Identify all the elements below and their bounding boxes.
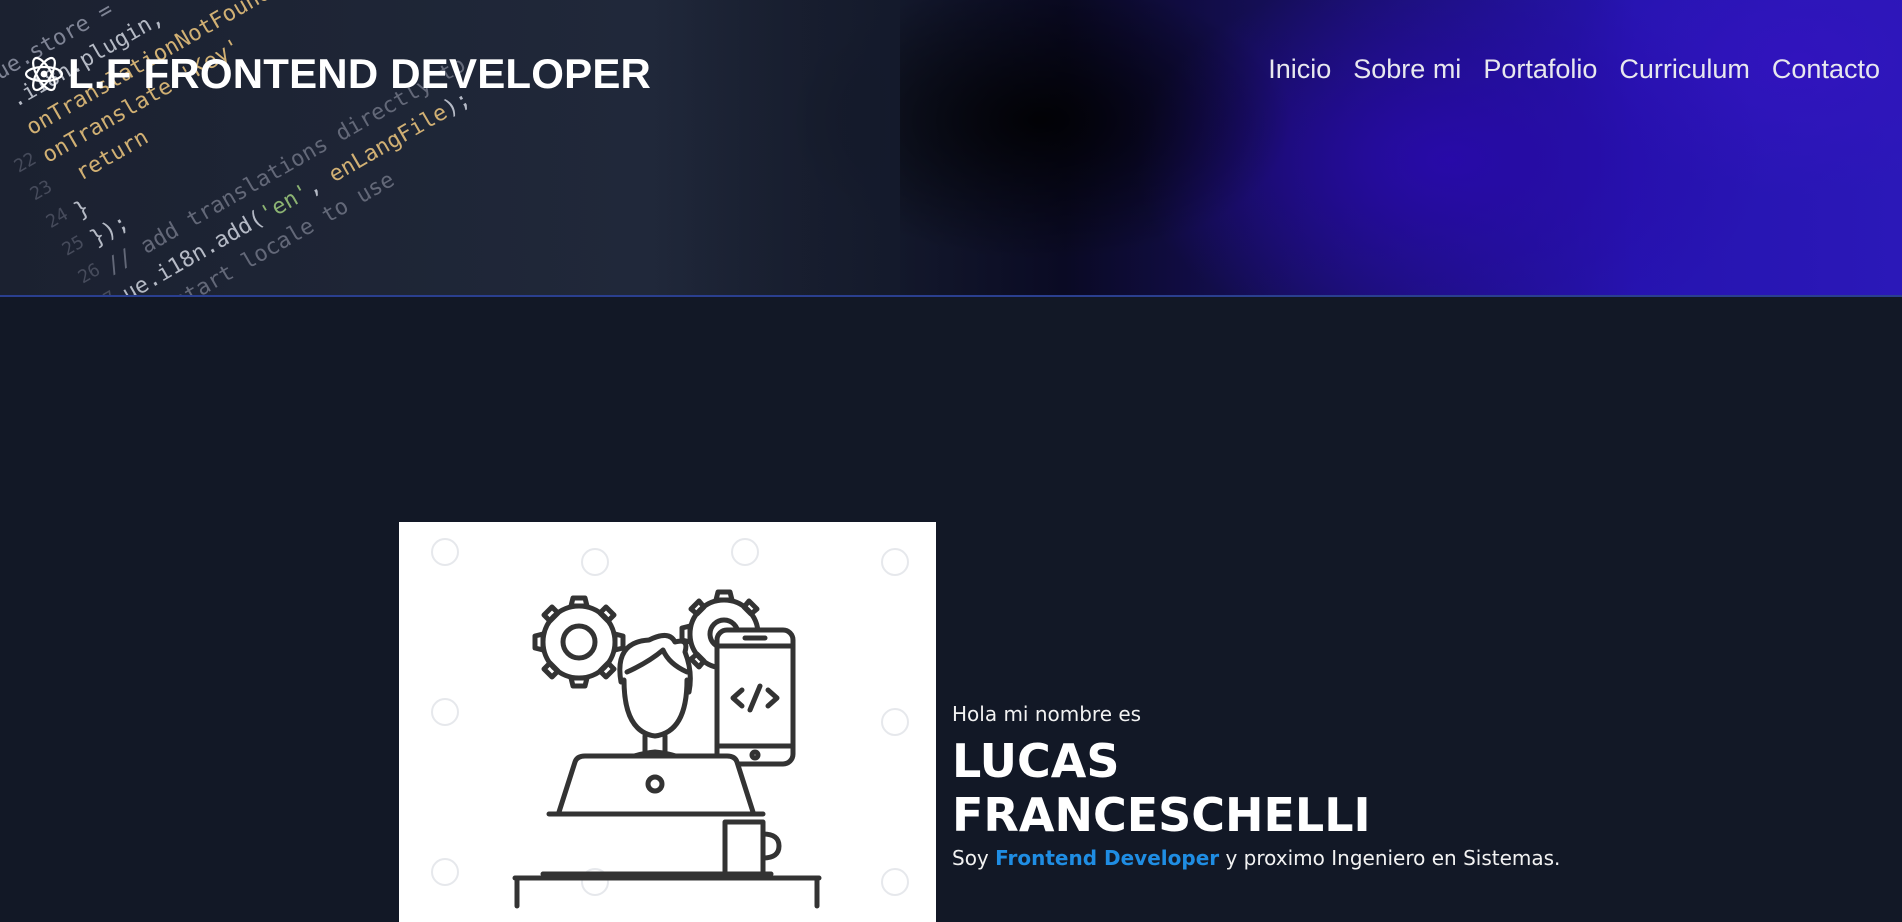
tagline-role: Frontend Developer [995,846,1220,870]
nav-link-contacto[interactable]: Contacto [1772,54,1880,85]
atom-icon [24,56,64,92]
site-header: ue.store = .i18n.plugin, onTranslationNo… [0,0,1902,297]
nav-link-portafolio[interactable]: Portafolio [1483,54,1597,85]
brand-title: L.F FRONTEND DEVELOPER [68,50,652,97]
full-name: LUCAS FRANCESCHELLI [952,734,1652,842]
presentation-section: Hola mi nombre es LUCAS FRANCESCHELLI So… [0,297,1902,922]
greeting-text: Hola mi nombre es [952,702,1142,726]
last-name: FRANCESCHELLI [952,788,1371,842]
first-name: LUCAS [952,734,1120,788]
main-nav: Inicio Sobre mi Portafolio Curriculum Co… [1268,54,1880,85]
tagline-prefix: Soy [952,846,989,870]
code-background-image: ue.store = .i18n.plugin, onTranslationNo… [0,0,900,295]
intro-text: Hola mi nombre es LUCAS FRANCESCHELLI So… [952,702,1652,870]
nav-link-inicio[interactable]: Inicio [1268,54,1331,85]
nav-link-sobre-mi[interactable]: Sobre mi [1353,54,1461,85]
nav-link-curriculum[interactable]: Curriculum [1619,54,1750,85]
developer-illustration [399,522,936,922]
tagline: Soy Frontend Developer y proximo Ingenie… [952,846,1652,870]
tagline-suffix: y proximo Ingeniero en Sistemas. [1225,846,1561,870]
brand-logo[interactable]: L.F FRONTEND DEVELOPER [22,48,651,100]
developer-laptop-icon [431,538,909,909]
